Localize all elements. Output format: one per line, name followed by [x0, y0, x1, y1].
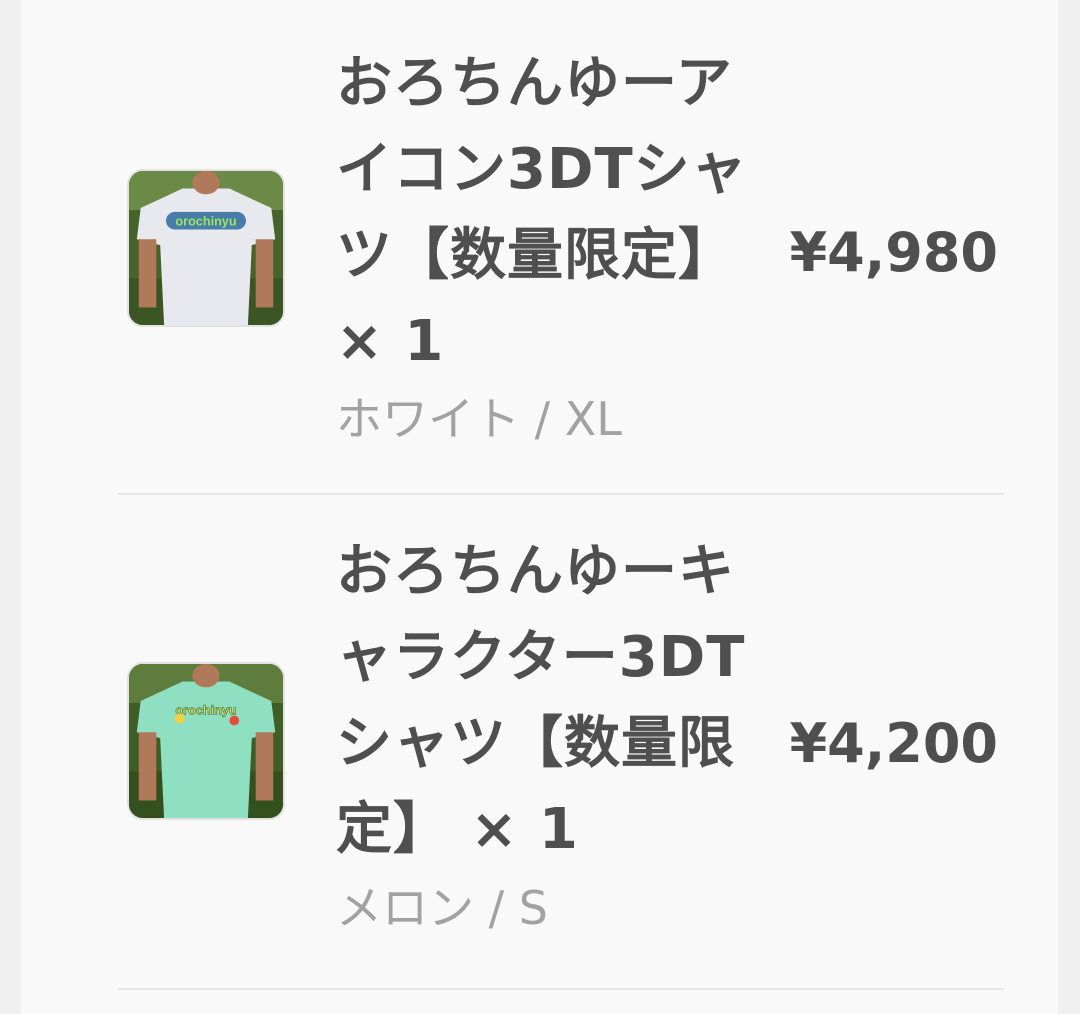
product-title[interactable]: おろちんゆーキャラクター3DTシャツ【数量限定】 × 1	[336, 529, 756, 873]
product-variant: ホワイト / XL	[336, 392, 622, 446]
product-title[interactable]: おろちんゆーアイコン3DTシャツ【数量限定】 × 1	[336, 41, 756, 385]
product-thumbnail[interactable]: orochinyu	[127, 169, 285, 327]
product-thumbnail[interactable]: orochinyu	[127, 662, 285, 820]
cart-line-item[interactable]: orochinyu おろちんゆーキャラクター3DTシャツ【数量限定】 × 1 メ…	[118, 494, 1004, 990]
product-variant: メロン / S	[336, 881, 548, 935]
product-price: ¥4,200	[789, 712, 998, 775]
item-divider	[118, 988, 1004, 990]
product-price: ¥4,980	[789, 221, 998, 284]
cart-items-panel: orochinyu おろちんゆーアイコン3DTシャツ【数量限定】 × 1 ホワイ…	[21, 0, 1058, 1014]
cart-line-item[interactable]: orochinyu おろちんゆーアイコン3DTシャツ【数量限定】 × 1 ホワイ…	[118, 0, 1004, 494]
tshirt-photo-icon: orochinyu	[129, 664, 283, 818]
shirt-logo-text: orochinyu	[175, 704, 236, 718]
shirt-logo-text: orochinyu	[175, 215, 236, 229]
tshirt-photo-icon: orochinyu	[129, 171, 283, 325]
